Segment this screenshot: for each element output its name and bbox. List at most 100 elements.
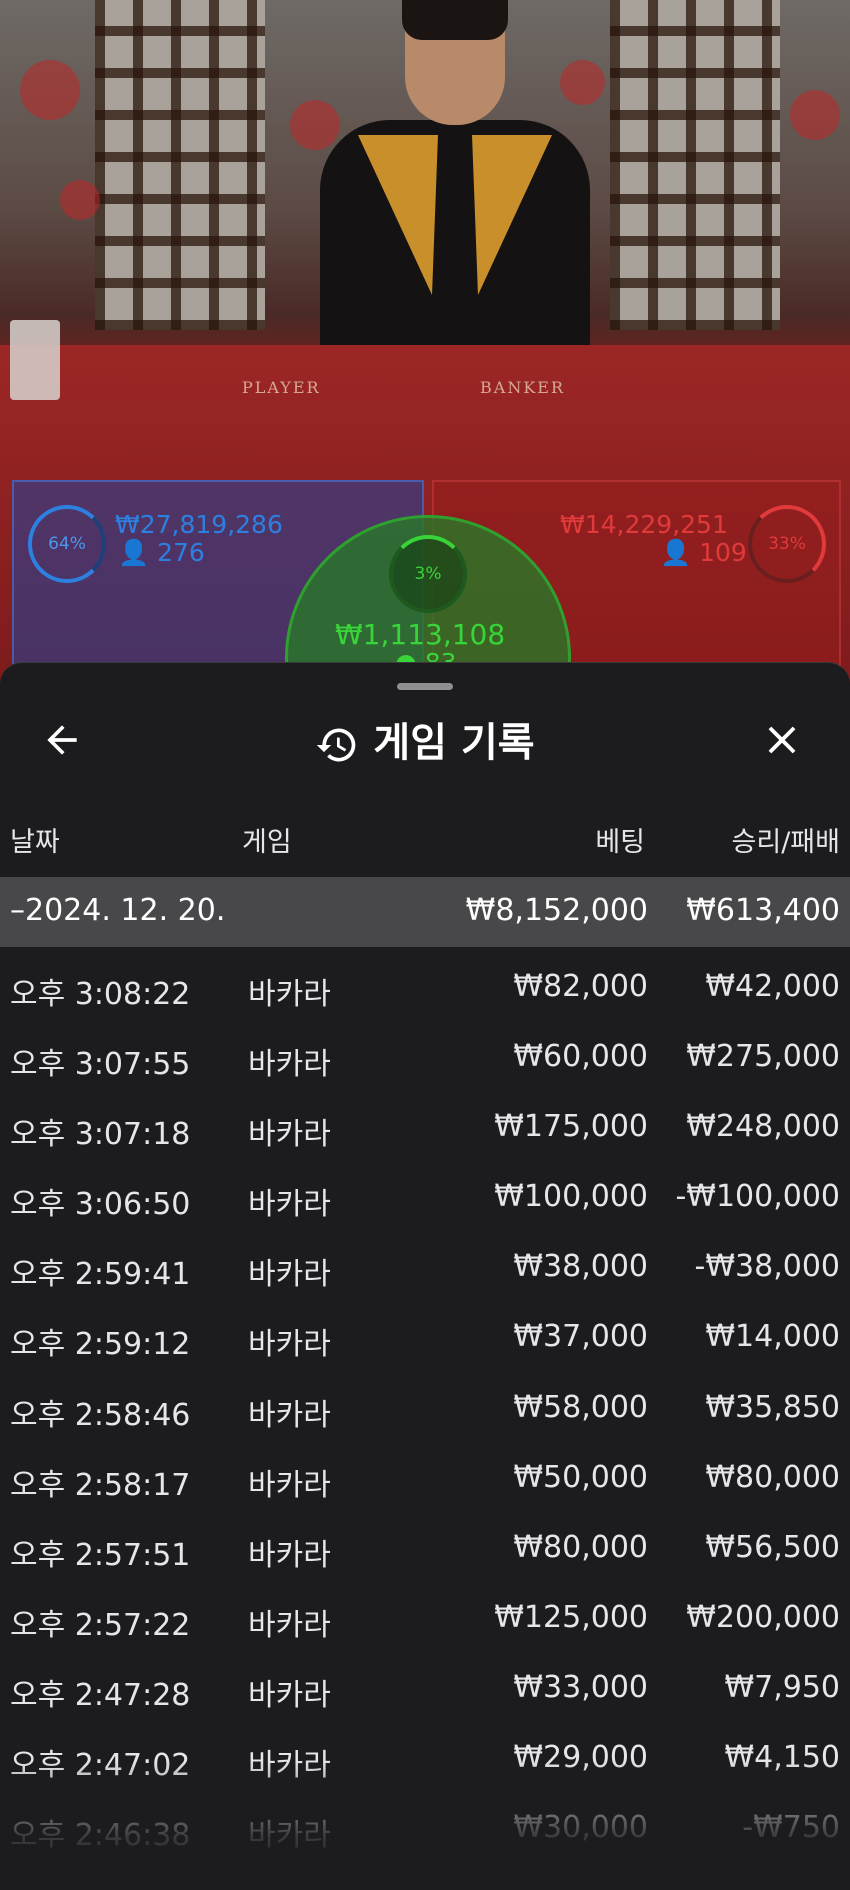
history-list: 오후 3:08:22 바카라 ₩82,000 ₩42,000 오후 3:07:55 바카라… (0, 955, 850, 1866)
date-group-label: –2024. 12. 20. (10, 893, 226, 928)
blossom-decor (560, 60, 605, 105)
player-total-amount: ₩27,819,286 (115, 510, 283, 539)
row-result: ₩42,000 (705, 969, 840, 1004)
collapse-toggle[interactable]: – (10, 893, 25, 928)
row-game: 바카라 (248, 1117, 331, 1153)
row-time: 오후 3:07:55 (10, 1047, 191, 1083)
row-time: 오후 2:59:12 (10, 1327, 191, 1363)
row-bet: ₩175,000 (494, 1109, 648, 1145)
row-result: ₩14,000 (705, 1319, 840, 1355)
card-shoe (10, 320, 60, 400)
tie-total-amount: ₩1,113,108 (335, 618, 506, 651)
row-time: 오후 2:57:51 (10, 1537, 191, 1573)
dealer-hair (402, 0, 508, 40)
row-time: 오후 3:06:50 (10, 1187, 191, 1223)
row-time: 오후 2:59:41 (10, 1257, 191, 1293)
date-group-win-total: ₩613,400 (686, 893, 840, 928)
tie-percent: 3% (414, 564, 442, 584)
row-bet: ₩100,000 (494, 1179, 648, 1215)
row-result: -₩100,000 (675, 1179, 840, 1215)
date-group-row[interactable]: –2024. 12. 20. ₩8,152,000 ₩613,400 (0, 877, 850, 947)
row-bet: ₩58,000 (513, 1389, 648, 1425)
row-game: 바카라 (248, 1748, 331, 1784)
banker-total-amount: ₩14,229,251 (560, 510, 728, 539)
row-bet: ₩82,000 (513, 969, 648, 1004)
row-game: 바카라 (248, 1607, 331, 1643)
row-time: 오후 3:08:22 (10, 977, 191, 1012)
drag-handle[interactable] (397, 683, 453, 690)
col-header-game: 게임 (242, 827, 292, 858)
row-game: 바카라 (248, 1818, 331, 1854)
row-result: -₩38,000 (694, 1249, 840, 1285)
row-result: ₩7,950 (724, 1669, 840, 1705)
blossom-decor (290, 100, 340, 150)
history-row[interactable]: 오후 2:57:22 바카라 ₩125,000 ₩200,000 (0, 1586, 850, 1656)
blossom-decor (790, 90, 840, 140)
user-icon: 👤 (660, 538, 692, 567)
row-time: 오후 2:46:38 (10, 1818, 191, 1854)
banker-percent-ring: 33% (748, 505, 826, 583)
row-bet: ₩50,000 (513, 1459, 648, 1495)
row-game: 바카라 (248, 1187, 331, 1223)
row-game: 바카라 (248, 1677, 331, 1713)
column-headers: 날짜 게임 베팅 승리/패배 (0, 820, 850, 860)
page-title: 게임 기록 (373, 720, 535, 766)
row-game: 바카라 (248, 1257, 331, 1293)
row-time: 오후 3:07:18 (10, 1117, 191, 1153)
row-result: ₩4,150 (724, 1740, 840, 1776)
blossom-decor (20, 60, 80, 120)
close-icon (768, 726, 796, 754)
close-button[interactable] (752, 710, 812, 770)
history-row[interactable]: 오후 3:07:55 바카라 ₩60,000 ₩275,000 (0, 1025, 850, 1095)
history-row[interactable]: 오후 3:07:18 바카라 ₩175,000 ₩248,000 (0, 1095, 850, 1165)
row-bet: ₩60,000 (513, 1039, 648, 1075)
tie-percent-ring: 3% (389, 535, 467, 613)
row-game: 바카라 (248, 1467, 331, 1503)
history-row[interactable]: 오후 2:58:46 바카라 ₩58,000 ₩35,850 (0, 1376, 850, 1446)
col-header-win-loss: 승리/패배 (731, 827, 840, 858)
row-game: 바카라 (248, 1047, 331, 1083)
history-row[interactable]: 오후 2:57:51 바카라 ₩80,000 ₩56,500 (0, 1516, 850, 1586)
row-game: 바카라 (248, 1537, 331, 1573)
row-result: ₩80,000 (705, 1459, 840, 1495)
row-bet: ₩29,000 (513, 1740, 648, 1776)
decor-screen-right (610, 0, 780, 330)
row-time: 오후 2:47:02 (10, 1748, 191, 1784)
history-row[interactable]: 오후 3:08:22 바카라 ₩82,000 ₩42,000 (0, 955, 850, 1025)
row-bet: ₩38,000 (513, 1249, 648, 1285)
history-row[interactable]: 오후 2:58:17 바카라 ₩50,000 ₩80,000 (0, 1446, 850, 1516)
row-bet: ₩30,000 (513, 1810, 648, 1846)
history-row[interactable]: 오후 2:59:41 바카라 ₩38,000 -₩38,000 (0, 1235, 850, 1305)
row-time: 오후 2:58:46 (10, 1397, 191, 1433)
history-row[interactable]: 오후 3:06:50 바카라 ₩100,000 -₩100,000 (0, 1165, 850, 1235)
row-game: 바카라 (248, 1397, 331, 1433)
history-row[interactable]: 오후 2:47:28 바카라 ₩33,000 ₩7,950 (0, 1656, 850, 1726)
sheet-header: 게임 기록 (0, 710, 850, 768)
row-result: ₩56,500 (705, 1529, 840, 1565)
row-bet: ₩33,000 (513, 1669, 648, 1705)
row-result: ₩275,000 (686, 1039, 840, 1075)
banker-count: 👤 109 (660, 538, 747, 567)
row-result: ₩248,000 (686, 1109, 840, 1145)
row-time: 오후 2:47:28 (10, 1677, 191, 1713)
row-bet: ₩37,000 (513, 1319, 648, 1355)
date-group-bet-total: ₩8,152,000 (465, 893, 648, 928)
table-label-banker: BANKER (480, 378, 565, 397)
row-bet: ₩125,000 (494, 1599, 648, 1635)
live-video: PLAYER BANKER 64% ₩27,819,286 👤 276 ₩14,… (0, 0, 850, 700)
player-percent-ring: 64% (28, 505, 106, 583)
row-result: ₩35,850 (705, 1389, 840, 1425)
row-result: -₩750 (742, 1810, 840, 1846)
col-header-bet: 베팅 (595, 827, 645, 858)
history-row[interactable]: 오후 2:59:12 바카라 ₩37,000 ₩14,000 (0, 1305, 850, 1375)
row-game: 바카라 (248, 977, 331, 1012)
history-row[interactable]: 오후 2:47:02 바카라 ₩29,000 ₩4,150 (0, 1726, 850, 1796)
row-bet: ₩80,000 (513, 1529, 648, 1565)
user-icon: 👤 (118, 538, 150, 567)
player-count: 👤 276 (118, 538, 205, 567)
decor-screen-left (95, 0, 265, 330)
history-row[interactable]: 오후 2:46:38 바카라 ₩30,000 -₩750 (0, 1796, 850, 1866)
banker-percent: 33% (768, 534, 806, 554)
row-game: 바카라 (248, 1327, 331, 1363)
row-time: 오후 2:58:17 (10, 1467, 191, 1503)
